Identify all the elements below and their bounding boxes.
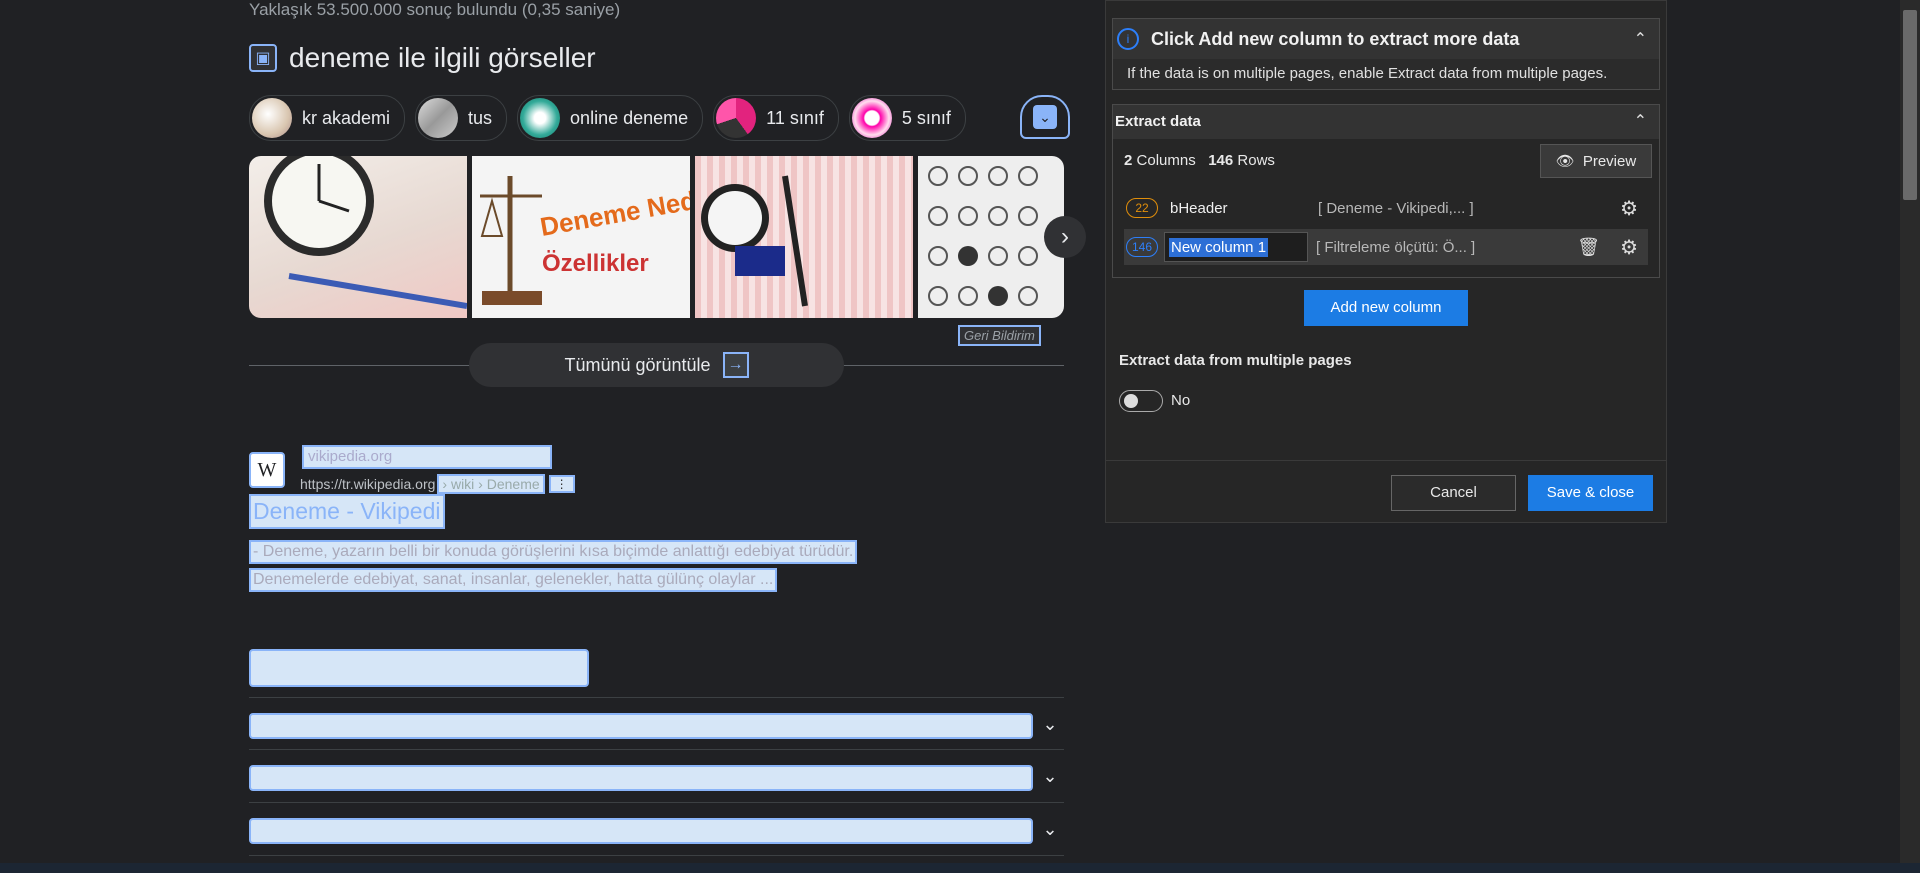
chevron-down-icon[interactable]: ⌄ [1040, 766, 1060, 786]
images-header: ▣ deneme ile ilgili görseller [249, 42, 596, 74]
accordion-question[interactable] [249, 818, 1033, 844]
chip-thumb [520, 98, 561, 138]
chip-label: online deneme [570, 107, 689, 128]
rows-count: 146 [1208, 152, 1234, 169]
chip-5-sinif[interactable]: 5 sınıf [848, 95, 966, 141]
chip-11-sinif[interactable]: 11 sınıf [713, 95, 839, 141]
site-url: https://tr.wikipedia.org › wiki › Deneme… [300, 474, 575, 494]
url-path: › wiki › Deneme [437, 474, 545, 494]
column-sample: [ Filtreleme ölçütü: Ö... ] [1316, 238, 1476, 256]
column-count-badge: 22 [1126, 198, 1158, 218]
chevron-down-icon: ⌄ [1033, 105, 1057, 129]
chevron-up-icon[interactable]: ⌃ [1634, 29, 1647, 49]
accordion-question[interactable] [249, 713, 1033, 739]
result-title-link[interactable]: Deneme - Vikipedi [249, 494, 445, 529]
answer-sheet-icon [928, 166, 1038, 306]
gallery-text: Deneme Ned [538, 185, 690, 242]
extract-data-title: Extract data [1115, 113, 1201, 130]
gallery-image-clock-exam[interactable] [249, 156, 467, 318]
chip-tus[interactable]: tus [415, 95, 508, 141]
extract-summary: 2 Columns 146 Rows [1124, 152, 1275, 169]
images-title: deneme ile ilgili görseller [289, 42, 596, 73]
info-header[interactable]: i Click Add new column to extract more d… [1113, 19, 1659, 59]
result-snippet-line: Denemelerde edebiyat, sanat, insanlar, g… [249, 568, 778, 592]
accordion-question[interactable] [249, 765, 1033, 791]
toggle-state-label: No [1171, 392, 1191, 409]
more-options-icon[interactable]: ⋮ [548, 475, 575, 493]
add-new-column-button[interactable]: Add new column [1304, 290, 1468, 326]
chip-thumb [851, 98, 892, 138]
column-name-input[interactable]: New column 1 [1164, 232, 1308, 262]
column-name-value: New column 1 [1169, 237, 1269, 257]
divider [249, 802, 1064, 803]
gallery-image-deneme-nedir[interactable]: Deneme Ned Özellikler [472, 156, 690, 318]
image-icon: ▣ [249, 44, 277, 72]
chip-thumb [418, 98, 459, 138]
chevron-right-icon: › [1061, 223, 1069, 250]
gallery-next-button[interactable]: › [1044, 216, 1086, 258]
info-title: Click Add new column to extract more dat… [1151, 28, 1520, 49]
save-close-button[interactable]: Save & close [1528, 475, 1653, 511]
chip-label: tus [468, 107, 493, 128]
column-count-badge: 146 [1126, 237, 1158, 257]
wikipedia-favicon: W [249, 452, 285, 488]
view-all-button[interactable]: Tümünü görüntüle → [469, 343, 844, 387]
preview-button[interactable]: 👁 Preview [1540, 144, 1652, 178]
multiple-pages-label: Extract data from multiple pages [1119, 352, 1352, 369]
scales-icon: Deneme Ned Özellikler [480, 176, 690, 305]
gear-icon[interactable]: ⚙ [1620, 235, 1638, 260]
chip-kr-akademi[interactable]: kr akademi [249, 95, 406, 141]
result-snippet-line: - Deneme, yazarın belli bir konuda görüş… [249, 540, 858, 564]
eye-icon: 👁 [1555, 153, 1575, 170]
cancel-button[interactable]: Cancel [1391, 475, 1516, 511]
rows-label: Rows [1237, 152, 1275, 169]
divider [249, 855, 1064, 856]
related-chips: kr akademi tus online deneme 11 sınıf 5 … [249, 95, 966, 141]
highlighted-heading-box [249, 649, 589, 687]
chip-online-deneme[interactable]: online deneme [517, 95, 704, 141]
columns-count: 2 [1124, 152, 1133, 169]
arrow-right-icon: → [722, 352, 749, 378]
preview-label: Preview [1582, 152, 1637, 170]
chevron-down-icon[interactable]: ⌄ [1040, 819, 1060, 839]
divider [249, 697, 1064, 698]
divider [249, 749, 1064, 750]
column-sample: [ Deneme - Vikipedi,... ] [1318, 199, 1474, 217]
alarm-clock-icon [701, 175, 808, 307]
gear-icon[interactable]: ⚙ [1620, 196, 1638, 221]
column-name: bHeader [1170, 199, 1228, 217]
image-gallery: Deneme Ned Özellikler [249, 156, 1064, 318]
chip-label: kr akademi [302, 107, 391, 128]
info-body: If the data is on multiple pages, enable… [1127, 65, 1608, 82]
gallery-image-answer-sheet[interactable] [918, 156, 1064, 318]
trash-icon[interactable]: 🗑 [1577, 237, 1600, 258]
column-row[interactable]: 146 New column 1 [ Filtreleme ölçütü: Ö.… [1124, 229, 1648, 265]
chips-expand-button[interactable]: ⌄ [1020, 95, 1070, 139]
columns-label: Columns [1136, 152, 1196, 169]
site-name: vikipedia.org [302, 445, 552, 469]
column-row[interactable]: 22 bHeader [ Deneme - Vikipedi,... ] ⚙ [1124, 190, 1648, 226]
chip-label: 11 sınıf [766, 107, 824, 128]
divider [1106, 460, 1666, 461]
gallery-text: Özellikler [542, 250, 649, 277]
view-all-label: Tümünü görüntüle [564, 354, 711, 375]
url-domain: https://tr.wikipedia.org [300, 476, 436, 492]
chip-label: 5 sınıf [901, 107, 951, 128]
extract-data-header[interactable]: Extract data ⌃ [1113, 105, 1659, 139]
info-icon: i [1117, 28, 1139, 50]
gallery-image-alarm-clock[interactable] [695, 156, 913, 318]
results-count: Yaklaşık 53.500.000 sonuç bulundu (0,35 … [249, 0, 621, 19]
chevron-up-icon[interactable]: ⌃ [1634, 111, 1647, 131]
scrollbar-thumb[interactable] [1903, 10, 1917, 200]
chevron-down-icon[interactable]: ⌄ [1040, 714, 1060, 734]
info-box: i Click Add new column to extract more d… [1112, 18, 1660, 90]
chip-thumb [716, 98, 757, 138]
taskbar [0, 863, 1920, 873]
clock-icon [264, 156, 467, 309]
feedback-link[interactable]: Geri Bildirim [958, 325, 1041, 346]
chip-thumb [252, 98, 292, 138]
multiple-pages-toggle[interactable] [1119, 390, 1163, 412]
